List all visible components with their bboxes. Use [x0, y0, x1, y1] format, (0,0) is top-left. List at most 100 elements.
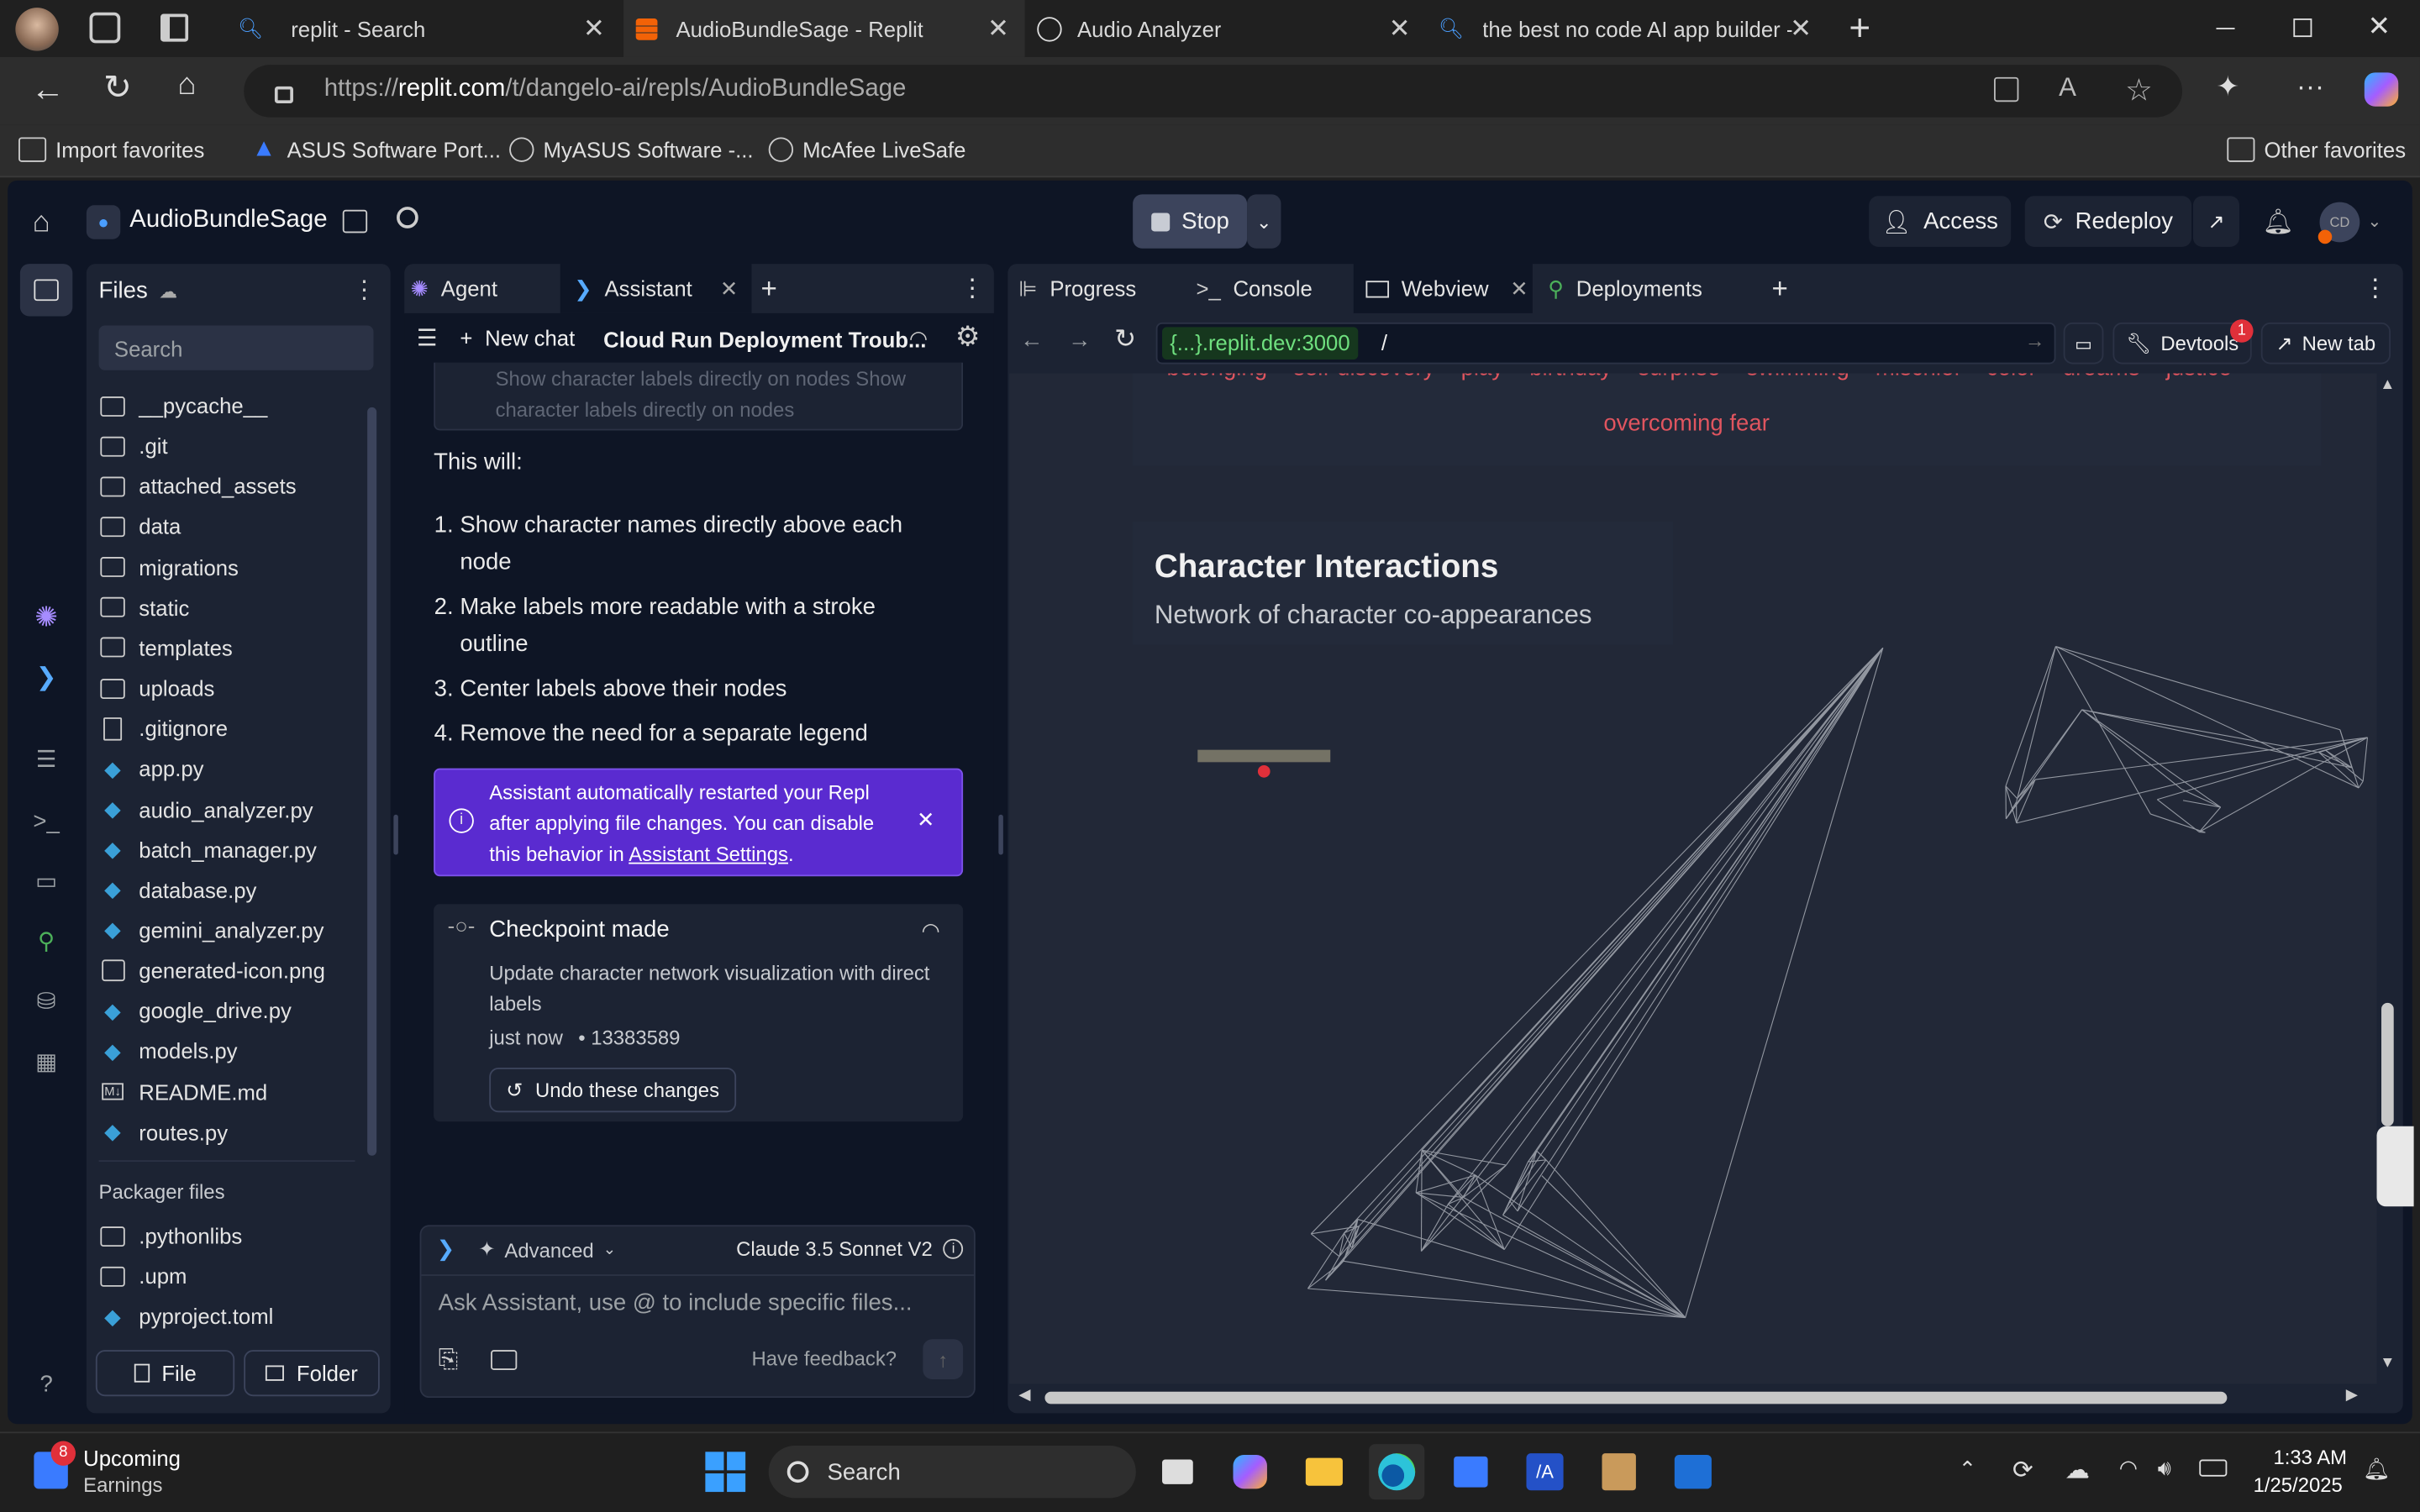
other-favorites[interactable]: Other favorites [2227, 137, 2406, 162]
feedback-link[interactable]: Have feedback? [751, 1347, 897, 1370]
assistant-settings-link[interactable]: Assistant Settings [629, 843, 788, 866]
vertical-scroll-thumb[interactable] [2381, 1002, 2394, 1126]
tab-deployments[interactable]: ⚲ Deployments [1548, 264, 1702, 313]
files-search-input[interactable]: Search [98, 325, 374, 370]
browser-tab-no-code[interactable]: 🔍︎ the best no code AI app builder - ✕ [1429, 0, 1828, 57]
scroll-up-arrow-icon[interactable]: ▲ [2380, 376, 2395, 393]
file-tree-item[interactable]: generated-icon.png [99, 952, 325, 989]
favorite-import[interactable]: Import favorites [18, 137, 204, 162]
tab-agent[interactable]: ✺ Agent [411, 264, 497, 313]
database-icon[interactable]: ⛁ [28, 983, 65, 1020]
scroll-right-arrow-icon[interactable]: ▶ [2346, 1387, 2358, 1404]
more-menu-icon[interactable]: ··· [2296, 71, 2324, 103]
add-folder-icon[interactable] [491, 1350, 518, 1370]
file-tree-item[interactable]: .gitignore [99, 710, 228, 747]
clock-date[interactable]: 1/25/2025 [2254, 1473, 2343, 1497]
close-tab-icon[interactable]: ✕ [1389, 14, 1411, 45]
file-tree-item[interactable]: ◆ app.py [99, 750, 203, 787]
webview-refresh-icon[interactable]: ↻ [1114, 324, 1136, 355]
chat-history-icon[interactable]: ☰ [417, 324, 438, 352]
task-view-icon[interactable] [1150, 1444, 1205, 1499]
favorite-asus[interactable]: ▲ ASUS Software Port... [250, 136, 501, 162]
stop-button[interactable]: Stop [1133, 194, 1248, 249]
file-tree-item[interactable]: data [99, 508, 181, 545]
notification-bell-icon[interactable]: 🔔︎ [2363, 1457, 2391, 1483]
close-tab-icon[interactable]: ✕ [987, 14, 1009, 45]
search-icon[interactable] [397, 207, 418, 228]
file-tree-item[interactable]: ◆ database.py [99, 871, 256, 908]
file-tree-item[interactable]: ◆ pyproject.toml [99, 1298, 273, 1335]
file-tree-item[interactable]: .pythonlibs [99, 1217, 242, 1254]
add-tab-plus-icon[interactable]: + [760, 264, 776, 313]
close-window-icon[interactable]: ✕ [2367, 11, 2391, 44]
undo-changes-button[interactable]: ↺ Undo these changes [489, 1067, 737, 1113]
dismiss-notice-icon[interactable]: ✕ [917, 807, 935, 833]
home-icon[interactable]: ⌂ [33, 207, 50, 240]
file-tree-item[interactable]: ◆ gemini_analyzer.py [99, 911, 324, 948]
refresh-icon[interactable]: ↻ [103, 68, 132, 108]
progress-icon[interactable]: ☰ [28, 741, 65, 778]
webview-forward-icon[interactable]: → [1068, 327, 1092, 353]
restore-icon[interactable] [2293, 18, 2312, 38]
all-tools-icon[interactable]: ▦ [28, 1043, 65, 1080]
chat-input[interactable]: Ask Assistant, use @ to include specific… [439, 1289, 963, 1315]
panel-resize-handle[interactable] [393, 814, 398, 855]
store-icon[interactable] [1443, 1444, 1498, 1499]
file-tree-item[interactable]: ◆ audio_analyzer.py [99, 790, 313, 827]
help-icon[interactable]: ? [28, 1365, 65, 1402]
graph-node[interactable] [1257, 765, 1270, 778]
preview-more-icon[interactable]: ⋮ [2363, 264, 2387, 313]
webview-back-icon[interactable]: ← [1020, 327, 1044, 353]
assistant-icon[interactable]: ❯ [28, 659, 65, 696]
new-folder-button[interactable]: Folder [244, 1350, 380, 1397]
home-icon[interactable]: ⌂ [177, 68, 196, 103]
file-tree-item[interactable]: ◆ models.py [99, 1032, 237, 1069]
tab-webview[interactable]: Webview ✕ [1365, 264, 1528, 313]
run-options-dropdown[interactable]: ⌄ [1247, 194, 1281, 249]
new-tab-plus-icon[interactable]: + [1849, 8, 1870, 50]
favorite-star-icon[interactable]: ☆ [2125, 71, 2153, 109]
tab-progress[interactable]: ⊫ Progress [1018, 264, 1136, 313]
model-selector[interactable]: Claude 3.5 Sonnet V2 i [736, 1237, 964, 1261]
file-tree-item[interactable]: templates [99, 629, 233, 666]
file-tree-item[interactable]: ◆ routes.py [99, 1114, 228, 1151]
url-text[interactable]: https://replit.com/t/dangelo-ai/repls/Au… [324, 76, 907, 103]
chat-title[interactable]: Cloud Run Deployment Troub... [603, 327, 926, 351]
tab-actions-icon[interactable] [160, 13, 189, 42]
profile-avatar[interactable] [15, 8, 59, 51]
files-more-icon[interactable]: ⋮ [352, 275, 376, 306]
file-tree-item[interactable]: .upm [99, 1257, 187, 1294]
sync-icon[interactable]: ⟳ [2012, 1455, 2033, 1486]
send-button[interactable]: ↑ [923, 1339, 964, 1380]
new-chat-button[interactable]: + New chat [460, 326, 575, 350]
mode-dropdown[interactable]: ✦ Advanced ⌄ [478, 1237, 616, 1262]
extensions-icon[interactable]: ✦ [2217, 71, 2240, 103]
taskbar-search[interactable]: Search [768, 1445, 1136, 1499]
file-tree-item[interactable]: .git [99, 428, 168, 465]
windows-start-icon[interactable] [697, 1444, 753, 1499]
character-network-graph[interactable] [1009, 373, 2376, 1383]
edge-icon[interactable] [1369, 1444, 1425, 1500]
redeploy-button[interactable]: ⟳ Redeploy [2024, 196, 2192, 247]
file-tree-item[interactable]: M↓ README.md [99, 1074, 267, 1110]
app-icon[interactable] [1591, 1444, 1647, 1499]
close-tab-icon[interactable]: ✕ [583, 14, 605, 45]
project-name[interactable]: AudioBundleSage [129, 207, 327, 234]
file-tree-item[interactable]: ◆ batch_manager.py [99, 831, 317, 868]
close-tab-icon[interactable]: ✕ [1510, 276, 1528, 302]
go-arrow-icon[interactable]: → [2025, 328, 2045, 352]
copilot-icon[interactable] [1223, 1444, 1278, 1499]
scroll-left-arrow-icon[interactable]: ◀ [1018, 1387, 1030, 1404]
file-tree-item[interactable]: __pycache__ [99, 387, 267, 424]
vertical-scrollbar[interactable] [2378, 373, 2400, 1383]
panel-resize-handle[interactable] [998, 814, 1003, 855]
tab-console[interactable]: >_ Console [1196, 264, 1312, 313]
file-explorer-icon[interactable] [1297, 1444, 1352, 1499]
deployments-icon[interactable]: ⚲ [28, 922, 65, 959]
file-tree-item[interactable]: uploads [99, 669, 214, 706]
new-tab-button[interactable]: ↗ New tab [2260, 322, 2391, 365]
tab-assistant[interactable]: ❯ Assistant ✕ [574, 264, 738, 313]
side-handle[interactable] [2376, 1126, 2414, 1207]
tray-chevron-up-icon[interactable]: ⌃ [1959, 1457, 1977, 1483]
device-toggle-button[interactable]: ▭ [2063, 322, 2104, 365]
